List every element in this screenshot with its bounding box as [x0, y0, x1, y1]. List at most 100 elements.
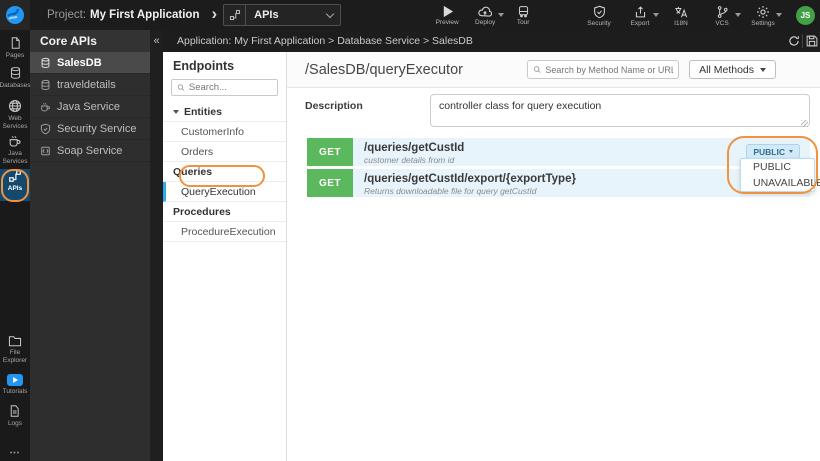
cloud-upload-icon	[478, 6, 493, 17]
refresh-button[interactable]	[785, 30, 802, 52]
core-api-item-salesdb[interactable]: SalesDB	[30, 52, 150, 74]
wavemaker-logo-icon	[6, 6, 24, 24]
topbar-right-actions: Security Export I18N VCS Settings JS	[585, 4, 820, 27]
endpoint-item-queryexecution[interactable]: QueryExecution	[163, 182, 286, 202]
panel-divider-strip: «	[150, 30, 163, 461]
access-level-menu: PUBLIC UNAVAILABLE	[740, 158, 820, 192]
method-badge: GET	[307, 169, 353, 197]
method-search[interactable]	[527, 60, 680, 79]
security-button[interactable]: Security	[585, 5, 613, 27]
endpoint-item-procedureexecution[interactable]: ProcedureExecution	[163, 222, 286, 242]
app-logo[interactable]	[0, 0, 30, 30]
sidebar-item-databases[interactable]: Databases	[0, 66, 31, 99]
api-path: /queries/getCustId	[364, 141, 465, 154]
triangle-down-icon	[173, 109, 179, 114]
menu-option-public[interactable]: PUBLIC	[741, 159, 814, 175]
sidebar-item-apis[interactable]: APIs	[0, 169, 30, 201]
sidebar-item-web-services[interactable]: Web Services	[0, 99, 30, 134]
access-level-button[interactable]: PUBLIC	[746, 144, 800, 159]
page-icon	[11, 37, 20, 49]
method-badge: GET	[307, 138, 353, 166]
core-api-item-soap-service[interactable]: Soap Service	[30, 140, 150, 162]
api-summary: Returns downloadable file for query getC…	[364, 186, 537, 197]
breadcrumb-actions	[785, 30, 820, 52]
core-api-item-security-service[interactable]: Security Service	[30, 118, 150, 140]
core-api-item-traveldetails[interactable]: traveldetails	[30, 74, 150, 96]
branch-icon	[717, 5, 728, 18]
save-icon	[806, 35, 817, 47]
section-header-entities[interactable]: Entities	[163, 102, 286, 122]
shield-icon	[40, 123, 51, 134]
tour-button[interactable]: Tour	[509, 5, 537, 26]
section-header-queries[interactable]: Queries	[163, 162, 286, 182]
apis-icon	[224, 5, 247, 25]
save-button[interactable]	[803, 30, 820, 52]
api-summary: customer details from id	[364, 155, 455, 166]
api-row-getcustid[interactable]: GET /queries/getCustId customer details …	[307, 138, 810, 166]
collapse-panel-button[interactable]: «	[150, 30, 163, 52]
caret-down-icon	[776, 12, 782, 17]
method-search-input[interactable]	[545, 64, 674, 75]
all-methods-dropdown[interactable]: All Methods	[689, 60, 776, 79]
vcs-button[interactable]: VCS	[708, 5, 741, 27]
caret-down-icon	[653, 12, 659, 17]
coffee-icon	[9, 136, 21, 147]
api-icon	[9, 170, 21, 182]
sidebar-item-file-explorer[interactable]: File Explorer	[0, 335, 30, 365]
endpoints-panel: Endpoints Entities CustomerInfo Orders Q…	[163, 52, 287, 461]
menu-option-unavailable[interactable]: UNAVAILABLE	[741, 175, 820, 191]
api-path: /queries/getCustId/export/{exportType}	[364, 172, 576, 185]
folder-icon	[8, 336, 22, 347]
endpoint-item-customerinfo[interactable]: CustomerInfo	[163, 122, 286, 142]
export-button[interactable]: Export	[626, 5, 659, 27]
i18n-button[interactable]: I18N	[667, 5, 695, 27]
breadcrumb-bar: Application: My First Application > Data…	[163, 30, 820, 52]
endpoints-search[interactable]	[171, 79, 278, 96]
left-nav-rail: Pages Databases Web Services Java Servic…	[0, 30, 31, 461]
section-header-procedures[interactable]: Procedures	[163, 202, 286, 222]
shield-icon	[593, 5, 605, 18]
play-icon	[443, 5, 453, 17]
project-label: Project: My First Application	[47, 9, 200, 21]
settings-button[interactable]: Settings	[749, 5, 782, 27]
caret-down-icon	[760, 67, 766, 72]
refresh-icon	[788, 36, 799, 46]
endpoints-title: Endpoints	[173, 59, 235, 73]
caret-down-icon	[789, 150, 793, 153]
video-play-icon	[7, 373, 23, 386]
user-avatar[interactable]: JS	[796, 6, 815, 25]
api-row-getcustid-export[interactable]: GET /queries/getCustId/export/{exportTyp…	[307, 169, 810, 197]
description-label: Description	[305, 100, 363, 112]
sidebar-item-tutorials[interactable]: Tutorials	[3, 373, 27, 396]
core-apis-header: Core APIs	[30, 30, 150, 52]
workspace-selector[interactable]: APIs	[223, 4, 342, 26]
topbar-actions: Preview Deploy Tour	[433, 5, 537, 26]
endpoint-item-orders[interactable]: Orders	[163, 142, 286, 162]
rail-bottom-group: File Explorer Tutorials Logs	[0, 335, 30, 437]
description-textarea[interactable]: controller class for query execution	[430, 94, 810, 127]
sidebar-item-java-services[interactable]: Java Services	[0, 134, 30, 169]
core-api-item-java-service[interactable]: Java Service	[30, 96, 150, 118]
soap-icon	[41, 146, 50, 155]
main-title-bar: /SalesDB/queryExecutor All Methods	[287, 52, 820, 88]
search-icon	[533, 66, 541, 73]
sidebar-item-logs[interactable]: Logs	[8, 404, 22, 428]
rail-overflow-button[interactable]: •••	[0, 450, 30, 457]
page-title: /SalesDB/queryExecutor	[305, 61, 463, 78]
globe-icon	[8, 99, 22, 113]
preview-button[interactable]: Preview	[433, 5, 461, 26]
breadcrumb: Application: My First Application > Data…	[177, 35, 473, 47]
translate-icon	[675, 6, 688, 17]
app-window: Project: My First Application › APIs Prev…	[0, 0, 820, 461]
export-icon	[635, 5, 645, 17]
endpoints-search-input[interactable]	[188, 82, 272, 93]
breadcrumb-chevron-icon: ›	[211, 4, 218, 23]
log-file-icon	[11, 405, 20, 418]
database-icon	[41, 79, 50, 90]
sidebar-item-pages[interactable]: Pages	[0, 36, 30, 66]
main-content: /SalesDB/queryExecutor All Methods Descr…	[287, 52, 820, 461]
caret-down-icon	[735, 12, 741, 17]
api-endpoint-list: GET /queries/getCustId customer details …	[307, 138, 810, 200]
database-icon	[41, 57, 50, 68]
deploy-button[interactable]: Deploy	[471, 5, 505, 26]
